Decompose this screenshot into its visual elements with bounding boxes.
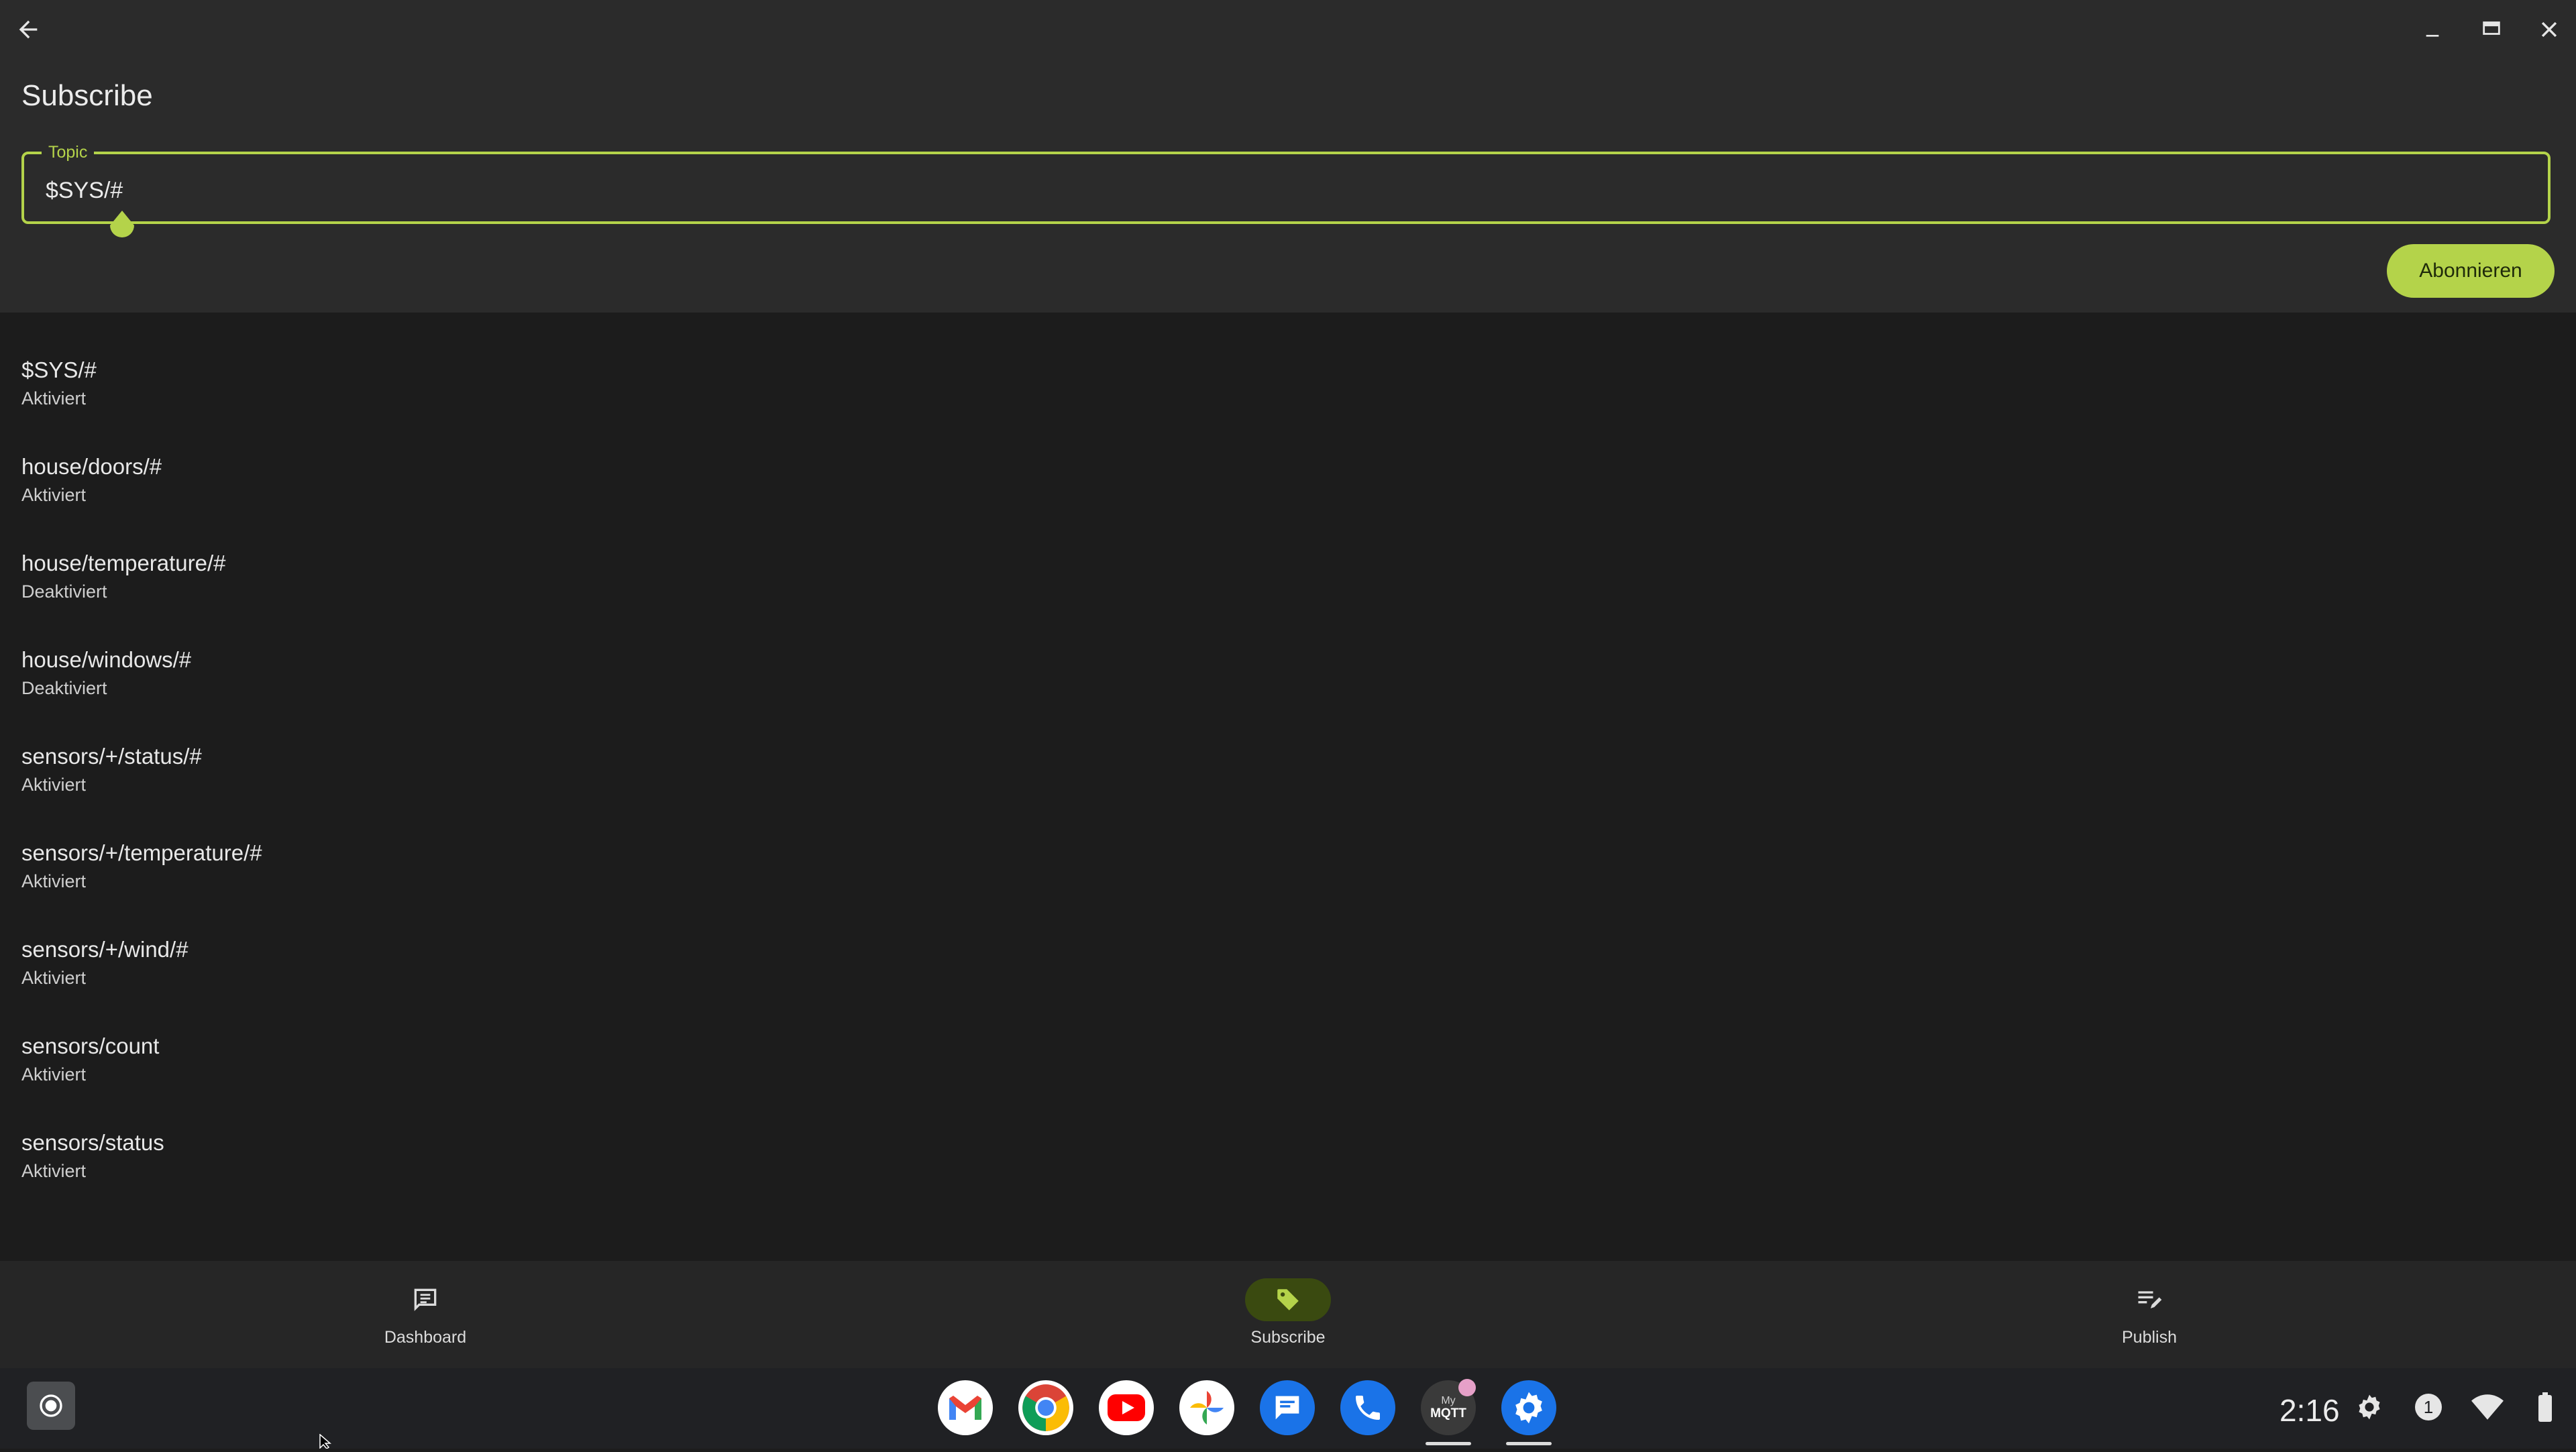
edit-note-icon [2138, 1291, 2162, 1308]
tag-icon [1277, 1289, 1299, 1310]
youtube-app[interactable] [1099, 1380, 1154, 1435]
nav-dashboard-pill [382, 1278, 468, 1321]
list-item-topic: house/doors/# [21, 454, 162, 479]
nav-subscribe[interactable]: Subscribe [1187, 1261, 1389, 1368]
gmail-app[interactable] [938, 1380, 993, 1435]
notification-badge[interactable]: 1 [2412, 1391, 2445, 1423]
topic-field-label: Topic [42, 141, 95, 164]
list-item[interactable]: house/temperature/# Deaktiviert [0, 506, 2576, 602]
list-item-topic: sensors/+/temperature/# [21, 840, 262, 865]
list-item-topic: sensors/+/wind/# [21, 937, 189, 962]
maximize-icon [2483, 21, 2500, 35]
launcher-button[interactable] [27, 1382, 75, 1430]
list-item-status: Aktiviert [21, 388, 87, 408]
minimize-icon [2426, 35, 2439, 37]
list-item-topic: sensors/status [21, 1130, 164, 1155]
topic-field-value[interactable]: $SYS/# [46, 177, 123, 204]
nav-publish-pill [2106, 1278, 2192, 1321]
list-item-status: Aktiviert [21, 485, 87, 505]
list-item-topic: $SYS/# [21, 357, 97, 382]
back-button[interactable] [12, 13, 44, 46]
nav-subscribe-label: Subscribe [1250, 1328, 1326, 1347]
text-caret-handle[interactable] [107, 209, 137, 243]
close-icon [2541, 21, 2557, 38]
chrome-app[interactable] [1018, 1380, 1073, 1435]
chrome-icon [1022, 1384, 1069, 1431]
photos-app[interactable] [1179, 1380, 1234, 1435]
nav-dashboard-label: Dashboard [384, 1328, 467, 1347]
dashboard-icon [414, 1288, 437, 1311]
mymqtt-running-indicator [1426, 1442, 1471, 1445]
mouse-cursor [319, 1433, 334, 1452]
settings-icon [1515, 1392, 1542, 1424]
photos-icon [1190, 1391, 1224, 1425]
list-item-topic: sensors/+/status/# [21, 744, 202, 769]
list-item[interactable]: sensors/+/wind/# Aktiviert [0, 892, 2576, 989]
launcher-icon [40, 1394, 62, 1417]
list-item[interactable]: house/windows/# Deaktiviert [0, 602, 2576, 699]
mymqtt-logo-line1: My [1441, 1395, 1456, 1406]
list-item-status: Aktiviert [21, 968, 87, 988]
settings-running-indicator [1506, 1442, 1552, 1445]
phone-app[interactable] [1340, 1380, 1395, 1435]
list-item-status: Aktiviert [21, 775, 87, 795]
list-item[interactable]: sensors/count Aktiviert [0, 989, 2576, 1085]
mymqtt-logo-line2: MQTT [1430, 1406, 1466, 1420]
wifi-icon [2471, 1394, 2504, 1420]
list-item-status: Aktiviert [21, 1161, 87, 1181]
battery-icon [2538, 1392, 2552, 1422]
quick-settings-gear[interactable] [2353, 1391, 2385, 1423]
settings-app[interactable] [1501, 1380, 1556, 1435]
page-title: Subscribe [21, 79, 153, 112]
list-item-topic: sensors/count [21, 1034, 160, 1058]
list-item-status: Aktiviert [21, 871, 87, 891]
messages-icon [1275, 1396, 1299, 1420]
list-item-status: Aktiviert [21, 1064, 87, 1084]
list-item-status: Deaktiviert [21, 581, 107, 602]
bottom-navigation: Dashboard Subscribe Publish [0, 1261, 2576, 1368]
arrow-back-icon [19, 20, 38, 39]
list-item[interactable]: $SYS/# Aktiviert [0, 313, 2576, 409]
battery-status[interactable] [2532, 1391, 2559, 1423]
gear-icon [2359, 1394, 2380, 1420]
nav-subscribe-pill [1245, 1278, 1331, 1321]
clock[interactable]: 2:16 [2279, 1392, 2340, 1429]
cursor-arrow-icon [319, 1433, 332, 1449]
gmail-icon [949, 1396, 981, 1420]
topic-input[interactable]: Topic $SYS/# [21, 141, 2551, 224]
nav-publish[interactable]: Publish [2049, 1261, 2250, 1368]
list-item[interactable]: sensors/+/temperature/# Aktiviert [0, 795, 2576, 892]
list-item-topic: house/temperature/# [21, 551, 226, 575]
list-item[interactable]: sensors/status Aktiviert [0, 1085, 2576, 1182]
youtube-icon [1108, 1394, 1145, 1421]
notification-dot [1458, 1379, 1476, 1396]
close-button[interactable] [2533, 13, 2565, 46]
caret-handle-icon [110, 211, 134, 237]
notification-count: 1 [2423, 1396, 2434, 1417]
subscribe-button[interactable]: Abonnieren [2387, 244, 2555, 298]
minimize-button[interactable] [2416, 13, 2449, 46]
wifi-status[interactable] [2470, 1391, 2505, 1423]
list-item-status: Deaktiviert [21, 678, 107, 698]
subscription-list: $SYS/# Aktiviert house/doors/# Aktiviert… [0, 313, 2576, 1182]
nav-publish-label: Publish [2122, 1328, 2177, 1347]
maximize-button[interactable] [2475, 12, 2508, 44]
notification-count-icon: 1 [2415, 1394, 2442, 1420]
messages-app[interactable] [1260, 1380, 1315, 1435]
list-item-topic: house/windows/# [21, 647, 192, 672]
nav-dashboard[interactable]: Dashboard [325, 1261, 526, 1368]
list-item[interactable]: house/doors/# Aktiviert [0, 409, 2576, 506]
list-item[interactable]: sensors/+/status/# Aktiviert [0, 699, 2576, 795]
phone-icon [1356, 1396, 1380, 1420]
